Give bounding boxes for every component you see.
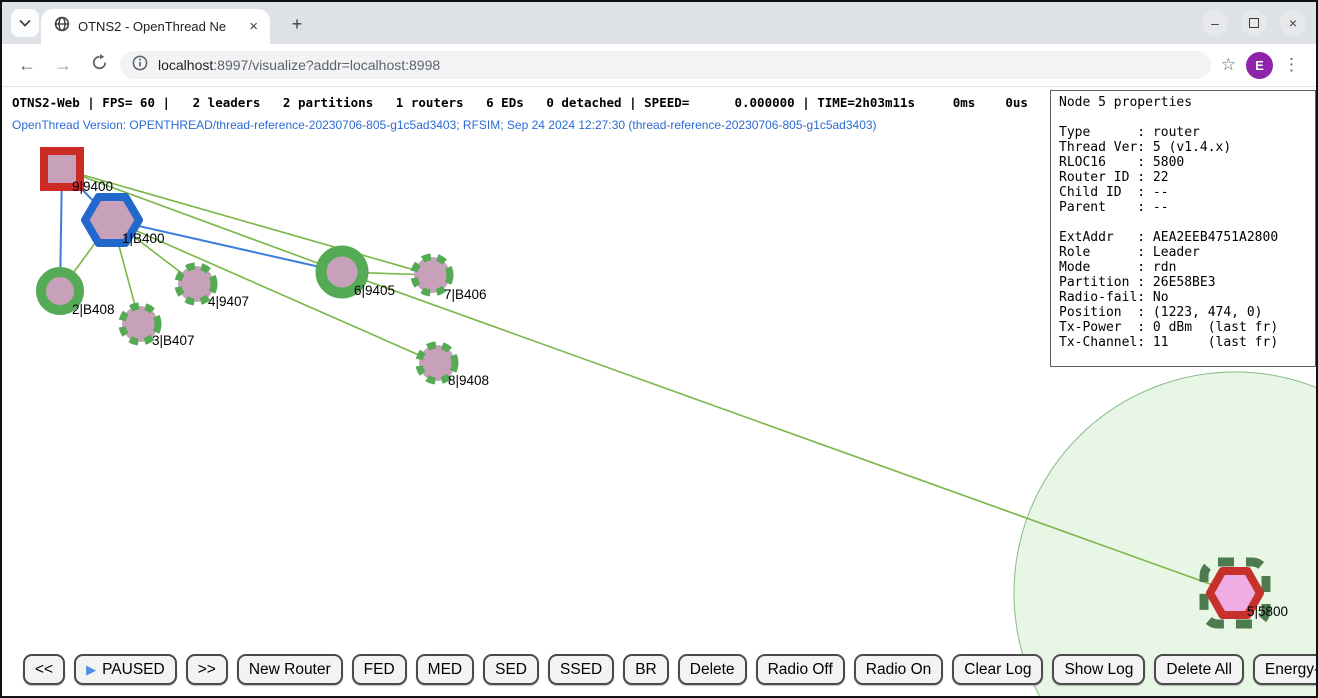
ssed-button[interactable]: SSED: [548, 654, 614, 685]
address-bar[interactable]: localhost:8997/visualize?addr=localhost:…: [120, 51, 1211, 79]
tab-close-icon[interactable]: ×: [247, 18, 260, 35]
property-line: ExtAddr : AEA2EEB4751A2800: [1059, 230, 1315, 245]
node-3-label: 3|B407: [152, 333, 195, 348]
clear-log-button[interactable]: Clear Log: [952, 654, 1043, 685]
br-button[interactable]: BR: [623, 654, 669, 685]
browser-window: OTNS2 - OpenThread Ne × + – × ← → localh…: [0, 0, 1318, 698]
property-line: Radio-fail: No: [1059, 290, 1315, 305]
property-line: Role : Leader: [1059, 245, 1315, 260]
delete-all-button[interactable]: Delete All: [1154, 654, 1243, 685]
minimize-button[interactable]: –: [1202, 10, 1228, 36]
node-1[interactable]: 1|B400: [85, 197, 165, 246]
maximize-button[interactable]: [1241, 10, 1267, 36]
node-1-label: 1|B400: [122, 231, 165, 246]
node-6[interactable]: 6|9405: [321, 251, 395, 298]
tab-title: OTNS2 - OpenThread Ne: [78, 19, 239, 34]
med-button[interactable]: MED: [416, 654, 474, 685]
tab-strip: OTNS2 - OpenThread Ne × + – ×: [2, 2, 1316, 44]
url-text: localhost:8997/visualize?addr=localhost:…: [158, 57, 440, 73]
properties-title: Node 5 properties: [1059, 95, 1315, 110]
property-line: Tx-Power : 0 dBm (last fr): [1059, 320, 1315, 335]
node-6-label: 6|9405: [354, 283, 395, 298]
energy-stats-button[interactable]: Energy-stats ↗: [1253, 654, 1318, 685]
back-button[interactable]: ←: [12, 55, 42, 76]
property-line: Child ID : --: [1059, 185, 1315, 200]
node-8-label: 8|9408: [448, 373, 489, 388]
node-properties-panel: Node 5 properties Type : router Thread V…: [1050, 90, 1316, 367]
radio-on-button[interactable]: Radio On: [854, 654, 943, 685]
maximize-icon: [1249, 18, 1259, 28]
node-2-label: 2|B408: [72, 302, 115, 317]
status-bar: OTNS2-Web | FPS= 60 | 2 leaders 2 partit…: [12, 95, 1028, 110]
profile-avatar[interactable]: E: [1246, 52, 1273, 79]
show-log-button[interactable]: Show Log: [1052, 654, 1145, 685]
url-path: :8997/visualize?addr=localhost:8998: [213, 57, 440, 73]
simulator-button-bar: << ▶PAUSED >> New Router FED MED SED SSE…: [23, 654, 1318, 685]
pause-button[interactable]: ▶PAUSED: [74, 654, 177, 685]
openthread-version-line: OpenThread Version: OPENTHREAD/thread-re…: [12, 118, 877, 132]
browser-tab[interactable]: OTNS2 - OpenThread Ne ×: [41, 9, 270, 44]
radio-off-button[interactable]: Radio Off: [756, 654, 845, 685]
sed-button[interactable]: SED: [483, 654, 539, 685]
property-line: Tx-Channel: 11 (last fr): [1059, 335, 1315, 350]
node-8[interactable]: 8|9408: [419, 345, 489, 388]
close-button[interactable]: ×: [1280, 10, 1306, 36]
node-9-label: 9|9400: [72, 179, 113, 194]
info-icon[interactable]: [132, 55, 148, 76]
property-line: [1059, 215, 1315, 230]
browser-menu-icon[interactable]: ⋮: [1279, 55, 1304, 75]
forward-button[interactable]: →: [48, 55, 78, 76]
node-4[interactable]: 4|9407: [178, 266, 249, 309]
property-line: Router ID : 22: [1059, 170, 1315, 185]
property-line: Thread Ver: 5 (v1.4.x): [1059, 140, 1315, 155]
delete-button[interactable]: Delete: [678, 654, 747, 685]
window-controls: – ×: [1202, 10, 1306, 36]
radio-range-circle: [1014, 372, 1316, 696]
new-router-button[interactable]: New Router: [237, 654, 343, 685]
new-tab-button[interactable]: +: [284, 11, 310, 37]
play-icon: ▶: [86, 662, 96, 678]
node-2[interactable]: 2|B408: [41, 272, 115, 317]
property-line: RLOC16 : 5800: [1059, 155, 1315, 170]
property-line: Position : (1223, 474, 0): [1059, 305, 1315, 320]
property-line: Partition : 26E58BE3: [1059, 275, 1315, 290]
tab-search-button[interactable]: [11, 9, 39, 37]
property-line: Mode : rdn: [1059, 260, 1315, 275]
property-line: Type : router: [1059, 125, 1315, 140]
fed-button[interactable]: FED: [352, 654, 407, 685]
property-line: Parent : --: [1059, 200, 1315, 215]
node-3[interactable]: 3|B407: [122, 306, 195, 348]
node-7-label: 7|B406: [444, 287, 487, 302]
node-4-label: 4|9407: [208, 294, 249, 309]
property-line: [1059, 110, 1315, 125]
globe-icon: [54, 16, 70, 37]
browser-toolbar: ← → localhost:8997/visualize?addr=localh…: [2, 44, 1316, 87]
node-7[interactable]: 7|B406: [414, 257, 487, 302]
node-5-label: 5|5800: [1247, 604, 1288, 619]
reload-button[interactable]: [84, 54, 114, 76]
url-host: localhost: [158, 57, 213, 73]
bookmark-star-icon[interactable]: ☆: [1217, 55, 1240, 75]
chevron-down-icon: [19, 14, 31, 32]
step-forward-button[interactable]: >>: [186, 654, 228, 685]
node-9[interactable]: 9|9400: [44, 151, 113, 194]
simulator-canvas: 9|9400 1|B400 2|B408 3|B407 4|9407: [2, 88, 1316, 696]
step-back-button[interactable]: <<: [23, 654, 65, 685]
reload-icon: [91, 54, 108, 71]
